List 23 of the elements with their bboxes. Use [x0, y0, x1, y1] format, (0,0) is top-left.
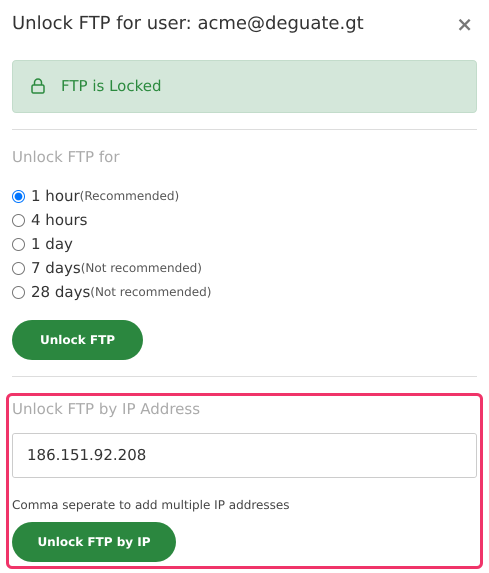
- radio-button[interactable]: [12, 238, 25, 250]
- option-label: 4 hours: [31, 210, 88, 231]
- section-heading: Unlock FTP by IP Address: [12, 399, 202, 420]
- unlock-by-ip-button[interactable]: Unlock FTP by IP: [12, 522, 176, 562]
- alert-text: FTP is Locked: [61, 76, 162, 97]
- radio-button[interactable]: [12, 262, 25, 274]
- option-label: 1 hour: [31, 186, 80, 207]
- option-label: 7 days: [31, 258, 81, 279]
- radio-button[interactable]: [12, 214, 25, 226]
- help-text: Comma seperate to add multiple IP addresses: [12, 496, 291, 514]
- section-heading: Unlock FTP for: [12, 146, 120, 168]
- ip-field[interactable]: 186.151.92.208: [12, 432, 477, 478]
- option-label: 1 day: [31, 234, 73, 255]
- lock-icon: [31, 78, 45, 94]
- close-button[interactable]: ×: [452, 14, 477, 34]
- radio-button[interactable]: [12, 286, 25, 298]
- dialog-title: Unlock FTP for user: acme@deguate.gt: [12, 12, 364, 36]
- option-note: (Not recommended): [90, 284, 212, 301]
- option-label: 28 days: [31, 282, 90, 303]
- radio-button[interactable]: [12, 190, 25, 202]
- option-note: (Recommended): [80, 188, 180, 205]
- option-note: (Not recommended): [80, 260, 202, 277]
- unlock-button[interactable]: Unlock FTP: [12, 320, 143, 360]
